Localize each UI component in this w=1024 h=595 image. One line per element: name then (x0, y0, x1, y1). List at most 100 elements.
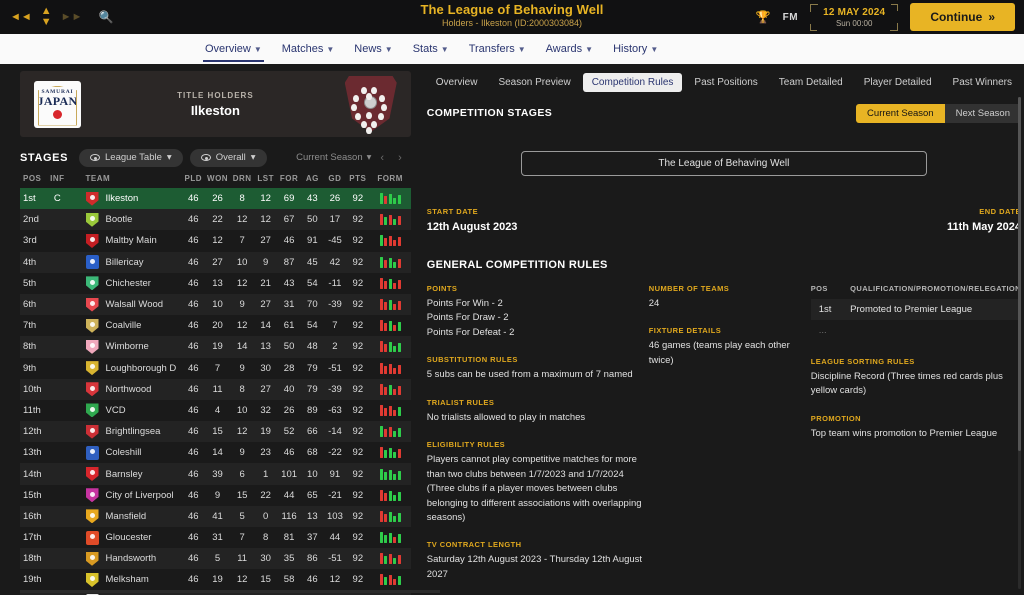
chevron-down-icon: ▾ (250, 152, 256, 163)
cell-team[interactable]: Chichester (68, 273, 182, 294)
col-form[interactable]: FORM (369, 170, 411, 188)
col-pld[interactable]: PLD (181, 170, 205, 188)
cell-team[interactable]: Barnsley (67, 463, 182, 485)
tab-team-detailed[interactable]: Team Detailed (770, 73, 852, 92)
cell-team[interactable]: Bootle (67, 209, 182, 231)
cell-team[interactable]: Wimborne (67, 336, 182, 358)
cell-team[interactable]: Maltby Main (68, 230, 182, 251)
col-for[interactable]: FOR (277, 170, 302, 188)
cell-gd: 103 (323, 505, 347, 527)
cell-team[interactable]: VCD (68, 400, 182, 421)
col-won[interactable]: WON (204, 170, 231, 188)
col-pos[interactable]: POS (20, 170, 48, 188)
rule-item: POINTS Points For Win - 2 Points For Draw … (427, 284, 649, 340)
col-drn[interactable]: DRN (230, 170, 255, 188)
cell-gd: 7 (332, 320, 338, 332)
menu-item-transfers[interactable]: Transfers ▼ (460, 37, 535, 62)
table-row[interactable]: 15th City of Liverpool 46 9 15 22 44 65 -21 92 (20, 485, 411, 506)
menu-item-stats[interactable]: Stats ▼ (404, 37, 458, 62)
rewind-icon[interactable]: ◄◄ (10, 11, 32, 23)
table-row[interactable]: 14th Barnsley 46 39 6 1 101 10 91 92 (20, 463, 411, 485)
team-name: Barnsley (105, 468, 143, 480)
tab-competition-rules[interactable]: Competition Rules (582, 72, 683, 92)
menu-item-matches[interactable]: Matches ▼ (273, 37, 344, 62)
col-inf[interactable]: INF (47, 170, 68, 188)
team-badge-icon (85, 445, 99, 460)
cell-team[interactable]: Northwood (67, 378, 182, 400)
chevron-left-icon[interactable]: ‹ (375, 152, 389, 164)
cell-team[interactable]: Mansfield (67, 505, 182, 527)
rule-key: TV CONTRACT LENGTH (426, 540, 522, 550)
table-row[interactable]: 8th Wimborne 46 19 14 13 50 48 2 92 (20, 336, 411, 358)
col-team[interactable]: TEAM (67, 170, 182, 188)
cell-team[interactable]: Ilkeston (67, 188, 182, 210)
main-content: SAMURAI JAPAN TITLE HOLDERS Ilkeston STA… (0, 64, 1024, 595)
cell-team[interactable]: Coleshill (68, 442, 182, 463)
cell-form (369, 209, 411, 231)
continue-button[interactable]: Continue » (910, 3, 1015, 31)
table-row[interactable]: 1st C Ilkeston 46 26 8 12 69 43 26 92 (20, 188, 411, 210)
cell-team[interactable]: Brightlingsea (67, 421, 182, 443)
tab-player-detailed[interactable]: Player Detailed (855, 73, 941, 92)
cell-for: 81 (283, 532, 295, 544)
cell-team[interactable]: Billericay (67, 251, 182, 273)
horizontal-scrollbar[interactable] (20, 590, 440, 593)
menu-item-history[interactable]: History ▼ (604, 37, 667, 62)
menu-item-awards[interactable]: Awards ▼ (537, 37, 602, 62)
season-selector[interactable]: Current Season ▾ ‹ › (296, 152, 411, 164)
trophy-icon[interactable]: 🏆 (756, 10, 771, 24)
rule-item: LEAGUE SORTING RULES Discipline Record (T… (811, 357, 1021, 399)
scope-selector-overall[interactable]: Overall ▾ (189, 148, 267, 167)
cell-gd: 17 (323, 209, 347, 231)
table-row[interactable]: 13th Coleshill 46 14 9 23 46 68 -22 92 (20, 442, 411, 463)
tab-season-preview[interactable]: Season Preview (489, 73, 579, 92)
view-selector-league-table[interactable]: League Table ▾ (79, 148, 183, 167)
cell-team[interactable]: Gloucester (68, 527, 182, 548)
stage-name-box[interactable]: The League of Behaving Well (520, 151, 927, 176)
cell-team[interactable]: Handsworth (67, 548, 182, 570)
cell-team[interactable]: Coalville (68, 315, 182, 336)
table-row[interactable]: 18th Handsworth 46 5 11 30 35 86 -51 92 (20, 548, 411, 570)
col-gd[interactable]: GD (323, 170, 347, 188)
table-row[interactable]: 17th Gloucester 46 31 7 8 81 37 44 92 (20, 527, 411, 548)
tab-past-positions[interactable]: Past Positions (685, 73, 766, 92)
table-row[interactable]: 5th Chichester 46 13 12 21 43 54 -11 92 (20, 273, 411, 294)
table-row[interactable]: 11th VCD 46 4 10 32 26 89 -63 92 (20, 400, 411, 421)
table-row[interactable]: 16th Mansfield 46 41 5 0 116 13 103 92 (20, 505, 411, 527)
table-row[interactable]: 6th Walsall Wood 46 10 9 27 31 70 -39 92 (20, 293, 411, 316)
table-row[interactable]: 12th Brightlingsea 46 15 12 19 52 66 -14 92 (20, 421, 411, 443)
table-row[interactable]: 2nd Bootle 46 22 12 12 67 50 17 92 (20, 209, 411, 231)
vertical-scrollbar[interactable] (1018, 97, 1021, 589)
cell-drn: 12 (230, 421, 255, 443)
table-row[interactable]: 10th Northwood 46 11 8 27 40 79 -39 92 (20, 378, 411, 400)
cell-team[interactable]: Walsall Wood (67, 293, 182, 316)
col-ag[interactable]: AG (301, 170, 324, 188)
table-row[interactable]: 9th Loughborough D 46 7 9 30 28 79 -51 92 (20, 358, 411, 379)
chevron-right-icon[interactable]: › (393, 152, 407, 164)
col-lst[interactable]: LST (254, 170, 278, 188)
eye-icon (200, 154, 211, 161)
toggle-next-season[interactable]: Next Season (944, 103, 1021, 123)
table-row[interactable]: 3rd Maltby Main 46 12 7 27 46 91 -45 92 (20, 230, 411, 251)
cell-team[interactable]: Loughborough D (68, 358, 182, 379)
up-down-icon[interactable]: ▲ ▼ (41, 6, 52, 28)
table-row[interactable]: 7th Coalville 46 20 12 14 61 54 7 92 (20, 315, 411, 336)
tab-past-winners[interactable]: Past Winners (944, 73, 1021, 92)
table-row[interactable]: 4th Billericay 46 27 10 9 87 45 42 92 (20, 251, 411, 273)
cell-lst: 14 (260, 320, 271, 332)
cell-team[interactable]: City of Liverpool (68, 485, 182, 506)
menu-item-news[interactable]: News ▼ (345, 37, 401, 62)
toggle-current-season[interactable]: Current Season (856, 103, 945, 123)
cell-form (369, 273, 410, 294)
search-icon[interactable]: 🔍 (98, 11, 113, 23)
col-pts[interactable]: PTS (346, 170, 370, 188)
cell-inf (47, 358, 67, 379)
fast-forward-icon[interactable]: ►► (61, 11, 83, 23)
cell-pos: 6th (20, 293, 48, 316)
team-badge-icon (85, 212, 99, 227)
fm-logo: FM (782, 11, 799, 23)
menu-item-overview[interactable]: Overview ▼ (196, 37, 271, 62)
table-row[interactable]: 19th Melksham 46 19 12 15 58 46 12 92 (20, 569, 411, 590)
cell-team[interactable]: Melksham (68, 569, 182, 590)
tab-overview[interactable]: Overview (427, 73, 487, 92)
